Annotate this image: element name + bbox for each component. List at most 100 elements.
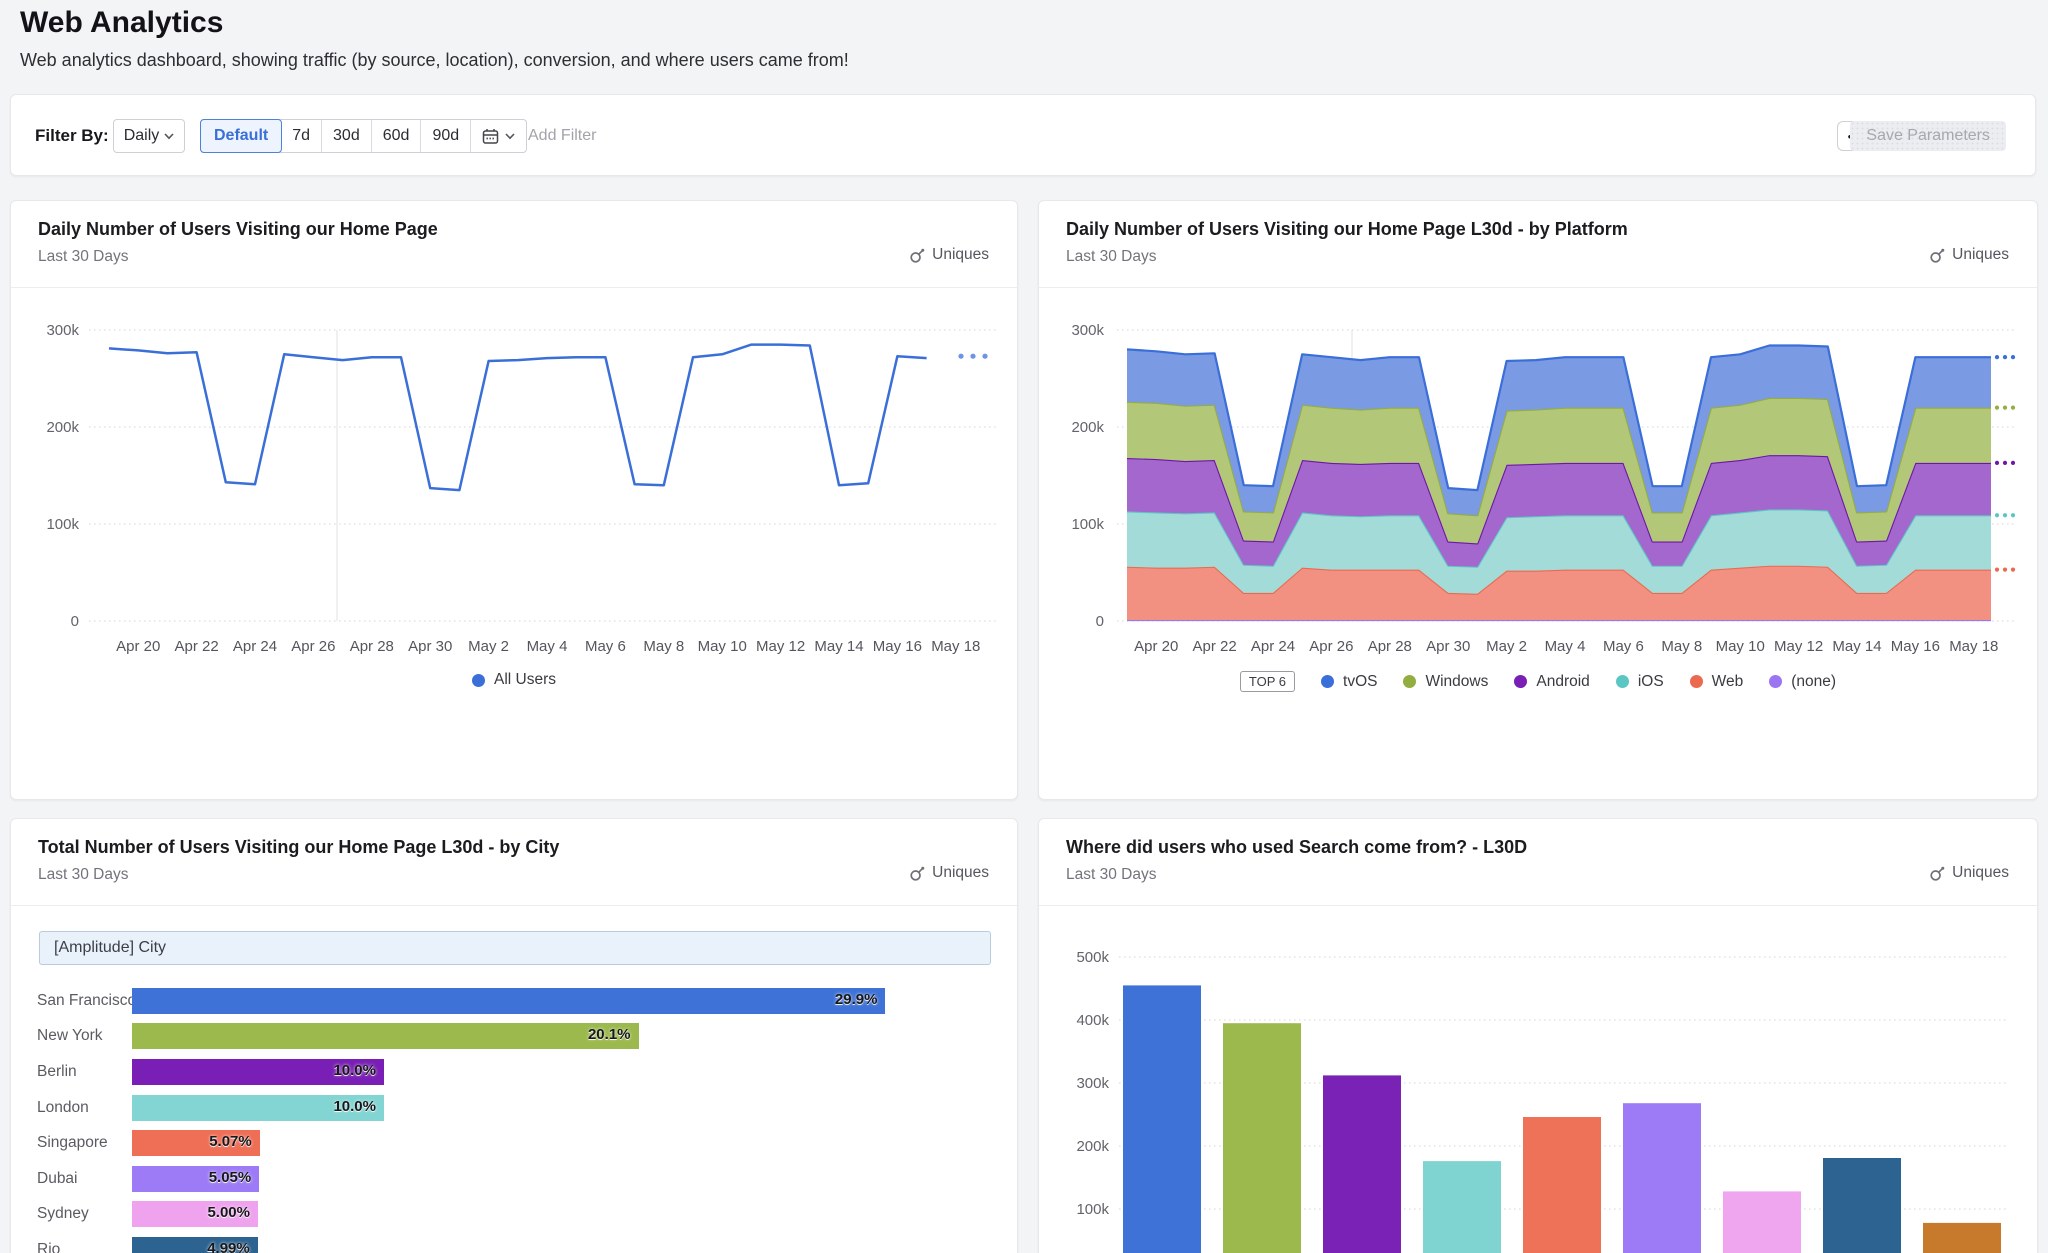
measure-toggle[interactable]: Uniques [909, 864, 989, 882]
axis-label: Apr 20 [1134, 638, 1178, 655]
card-title: Total Number of Users Visiting our Home … [38, 837, 559, 858]
add-filter-button[interactable]: Add Filter [528, 127, 596, 145]
incomplete-data-dot [982, 354, 987, 359]
city-bar[interactable] [132, 1023, 639, 1049]
legend-dot [1769, 675, 1782, 688]
city-label: Sydney [11, 1205, 132, 1223]
line-chart[interactable]: 0100k200k300kApr 20Apr 22Apr 24Apr 26Apr… [11, 201, 1018, 800]
legend-dot [1514, 675, 1527, 688]
source-bar[interactable] [1623, 1103, 1701, 1253]
city-bar-value: 5.05% [209, 1169, 252, 1186]
preset-30d[interactable]: 30d [322, 120, 372, 152]
axis-label: May 2 [468, 638, 509, 655]
city-row: Rio 4.99% [11, 1232, 1017, 1253]
chart-legend: All Users [11, 671, 1017, 689]
axis-label: May 18 [931, 638, 980, 655]
date-range-picker[interactable] [471, 120, 526, 152]
city-bar-track: 4.99% [132, 1237, 1017, 1253]
legend-item-tvos[interactable]: tvOS [1321, 673, 1377, 691]
source-bar[interactable] [1123, 985, 1201, 1253]
axis-label: 0 [71, 613, 79, 630]
page-subtitle: Web analytics dashboard, showing traffic… [20, 50, 849, 71]
axis-label: 100k [1071, 516, 1104, 533]
source-bar[interactable] [1523, 1117, 1601, 1253]
preset-7d[interactable]: 7d [281, 120, 322, 152]
city-column-header[interactable]: [Amplitude] City [39, 931, 991, 965]
page-title: Web Analytics [20, 6, 223, 40]
incomplete-data-dot [1995, 355, 1999, 359]
source-bar[interactable] [1923, 1223, 2001, 1253]
city-row: London10.0% [11, 1090, 1017, 1126]
axis-label: May 14 [1832, 638, 1881, 655]
axis-label: Apr 24 [233, 638, 277, 655]
axis-label: 200k [1071, 419, 1104, 436]
legend-item-ios[interactable]: iOS [1616, 673, 1664, 691]
city-bar-value: 10.0% [333, 1062, 376, 1079]
card-users-by-city: Total Number of Users Visiting our Home … [10, 818, 1018, 1253]
calendar-icon [482, 128, 500, 145]
city-bar-value: 4.99% [207, 1240, 250, 1253]
filter-bar: Filter By: Daily Default7d30d60d90d Add … [10, 94, 2036, 176]
source-bar[interactable] [1323, 1075, 1401, 1253]
city-bar-track: 5.00% [132, 1201, 1017, 1227]
city-label: San Francisco [11, 992, 132, 1010]
chevron-down-icon [505, 133, 515, 140]
source-bar[interactable] [1823, 1158, 1901, 1253]
city-label: Rio [11, 1241, 132, 1253]
city-bar-track: 10.0% [132, 1059, 1017, 1085]
top6-badge: TOP 6 [1240, 671, 1295, 692]
preset-60d[interactable]: 60d [372, 120, 422, 152]
axis-label: 300k [1071, 322, 1104, 339]
incomplete-data-dot [2003, 461, 2007, 465]
axis-label: 300k [46, 322, 79, 339]
preset-default[interactable]: Default [200, 119, 282, 153]
granularity-value: Daily [124, 127, 160, 145]
incomplete-data-dot [2011, 461, 2015, 465]
source-bar[interactable] [1423, 1161, 1501, 1253]
axis-label: Apr 24 [1251, 638, 1295, 655]
stacked-area-chart[interactable]: 0100k200k300kApr 20Apr 22Apr 24Apr 26Apr… [1039, 201, 2038, 800]
axis-label: May 10 [1716, 638, 1765, 655]
source-bar[interactable] [1723, 1191, 1801, 1253]
city-label: New York [11, 1027, 132, 1045]
axis-label: Apr 26 [291, 638, 335, 655]
city-label: Singapore [11, 1134, 132, 1152]
city-bar-track: 5.07% [132, 1130, 1017, 1156]
measure-label: Uniques [932, 864, 989, 882]
save-parameters-button[interactable]: Save Parameters [1850, 121, 2006, 151]
divider [11, 905, 1017, 906]
axis-label: Apr 20 [116, 638, 160, 655]
bar-chart[interactable]: 100k200k300k400k500k [1039, 819, 2038, 1253]
city-row: San Francisco 29.9% [11, 983, 1017, 1019]
axis-label: Apr 28 [1368, 638, 1412, 655]
legend-item-android[interactable]: Android [1514, 673, 1589, 691]
axis-label: Apr 30 [1426, 638, 1470, 655]
axis-label: May 12 [756, 638, 805, 655]
city-bar-value: 29.9% [835, 991, 878, 1008]
legend-item-windows[interactable]: Windows [1403, 673, 1488, 691]
axis-label: 100k [1076, 1201, 1109, 1218]
incomplete-data-dot [2011, 406, 2015, 410]
axis-label: 100k [46, 516, 79, 533]
legend-label: iOS [1638, 673, 1664, 691]
legend-label: tvOS [1343, 673, 1377, 691]
legend-dot [1403, 675, 1416, 688]
axis-label: Apr 22 [1192, 638, 1236, 655]
legend-item-none[interactable]: (none) [1769, 673, 1836, 691]
card-users-by-platform: Daily Number of Users Visiting our Home … [1038, 200, 2038, 800]
granularity-dropdown[interactable]: Daily [113, 119, 185, 153]
incomplete-data-dot [2011, 513, 2015, 517]
source-bar[interactable] [1223, 1023, 1301, 1253]
incomplete-data-dot [1995, 406, 1999, 410]
axis-label: Apr 28 [350, 638, 394, 655]
legend-item-allusers[interactable]: All Users [472, 671, 556, 689]
legend-item-web[interactable]: Web [1690, 673, 1744, 691]
city-bar[interactable] [132, 988, 885, 1014]
all-users-line[interactable] [109, 345, 927, 491]
preset-90d[interactable]: 90d [421, 120, 471, 152]
legend-dot [1616, 675, 1629, 688]
city-row: New York20.1% [11, 1019, 1017, 1055]
axis-label: May 8 [1661, 638, 1702, 655]
legend-label: Windows [1425, 673, 1488, 691]
incomplete-data-dot [1995, 461, 1999, 465]
